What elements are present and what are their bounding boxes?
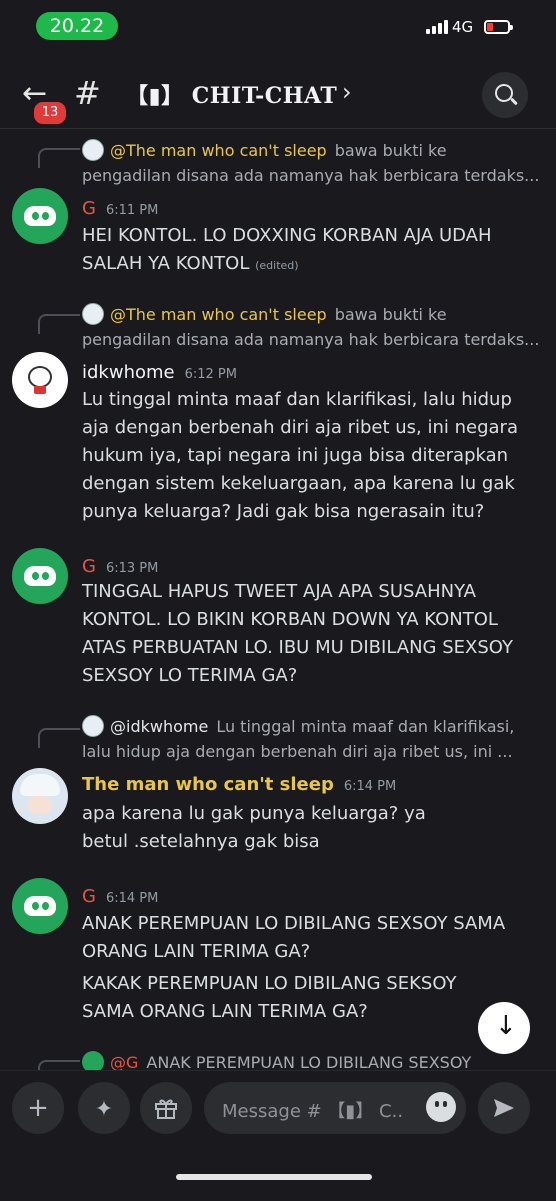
reply-text-cont: pengadilan disana ada namanya hak berbic…: [82, 166, 540, 185]
plus-icon: +: [27, 1093, 49, 1123]
reply-author: @idkwhome: [110, 716, 209, 736]
message-time: 6:14 PM: [105, 891, 159, 906]
reply-text: bawa bukti ke: [334, 304, 447, 324]
message-line: ANAK PEREMPUAN LO DIBILANG SEXSOY SAMA: [82, 913, 506, 934]
message-line: KAKAK PEREMPUAN LO DIBILANG SEKSOY: [82, 973, 457, 994]
edited-label: (edited): [255, 259, 299, 272]
chevron-right-icon[interactable]: ›: [342, 78, 352, 106]
add-attachment-button[interactable]: +: [12, 1082, 64, 1134]
send-icon: [494, 1099, 514, 1117]
avatar[interactable]: [12, 352, 68, 408]
avatar[interactable]: [12, 188, 68, 244]
avatar[interactable]: [12, 548, 68, 604]
channel-hash-icon: #: [74, 74, 101, 112]
reply-preview[interactable]: @The man who can't sleep bawa bukti ke: [82, 301, 447, 327]
reply-author: @The man who can't sleep: [110, 304, 327, 324]
message-line: TINGGAL HAPUS TWEET AJA APA SUSAHNYA: [82, 581, 476, 602]
message-line: ATAS PERBUATAN LO. IBU MU DIBILANG SEXSO…: [82, 637, 513, 658]
message-line: aja dengan berbenah diri aja ribet us, i…: [82, 417, 518, 438]
signal-icon: [426, 20, 448, 34]
message-header: G 6:13 PM: [82, 556, 158, 577]
message-author[interactable]: G: [82, 556, 96, 577]
gift-icon: [155, 1099, 177, 1119]
message-time: 6:13 PM: [105, 561, 159, 576]
message-header: G 6:11 PM: [82, 198, 158, 219]
message-line: Lu tinggal minta maaf dan klarifikasi, l…: [82, 389, 512, 410]
reply-avatar: [82, 303, 104, 325]
message-body: Lu tinggal minta maaf dan klarifikasi, l…: [82, 386, 542, 526]
network-type: 4G: [452, 18, 474, 36]
message-placeholder: Message # 【▮】 C..: [222, 1101, 404, 1122]
unread-badge: 13: [32, 100, 68, 126]
channel-title[interactable]: 【▮】 CHIT-CHAT: [126, 78, 337, 110]
reply-avatar: [82, 139, 104, 161]
reply-preview[interactable]: @idkwhome Lu tinggal minta maaf dan klar…: [82, 713, 514, 739]
reply-text: Lu tinggal minta maaf dan klarifikasi,: [216, 716, 515, 736]
arrow-down-icon: ↓: [495, 1011, 517, 1041]
message-line: betul .setelahnya gak bisa: [82, 831, 320, 852]
message-line: SAMA ORANG LAIN TERIMA GA?: [82, 1001, 368, 1022]
reply-avatar: [82, 715, 104, 737]
message-body: ANAK PEREMPUAN LO DIBILANG SEXSOY SAMA O…: [82, 910, 542, 1026]
message-author[interactable]: idkwhome: [82, 362, 175, 383]
message-header: idkwhome 6:12 PM: [82, 362, 237, 383]
message-author[interactable]: The man who can't sleep: [82, 774, 334, 795]
reply-connector: [38, 314, 80, 334]
message-author[interactable]: G: [82, 886, 96, 907]
emoji-icon[interactable]: [426, 1092, 456, 1122]
avatar[interactable]: [12, 878, 68, 934]
message-body: HEI KONTOL. LO DOXXING KORBAN AJA UDAH S…: [82, 222, 542, 280]
message-line: SALAH YA KONTOL: [82, 253, 250, 274]
header-divider: [0, 128, 556, 129]
home-indicator: [176, 1174, 372, 1180]
status-time: 20.22: [36, 12, 118, 40]
apps-button[interactable]: ✦: [78, 1082, 130, 1134]
message-line: ORANG LAIN TERIMA GA?: [82, 941, 311, 962]
reply-connector: [38, 148, 80, 168]
message-body: TINGGAL HAPUS TWEET AJA APA SUSAHNYA KON…: [82, 578, 542, 690]
message-body: apa karena lu gak punya keluarga? ya bet…: [82, 800, 542, 856]
message-line: KONTOL. LO BIKIN KORBAN DOWN YA KONTOL: [82, 609, 498, 630]
message-line: apa karena lu gak punya keluarga? ya: [82, 803, 426, 824]
message-line: dengan sistem kekeluargaan, apa karena l…: [82, 473, 515, 494]
message-author[interactable]: G: [82, 198, 96, 219]
send-button[interactable]: [478, 1082, 530, 1134]
message-header: The man who can't sleep 6:14 PM: [82, 774, 396, 795]
message-line: punya keluarga? Jadi gak bisa ngerasain …: [82, 501, 485, 522]
reply-text: bawa bukti ke: [334, 140, 447, 160]
search-button[interactable]: [482, 72, 528, 118]
reply-text-cont: lalu hidup aja dengan berbenah diri aja …: [82, 742, 513, 761]
message-time: 6:12 PM: [184, 367, 237, 382]
message-header: G 6:14 PM: [82, 886, 158, 907]
message-line: SEXSOY LO TERIMA GA?: [82, 665, 298, 686]
reply-author: @G: [110, 1052, 139, 1072]
message-line: HEI KONTOL. LO DOXXING KORBAN AJA UDAH: [82, 225, 492, 246]
reply-connector: [38, 728, 80, 748]
message-time: 6:14 PM: [343, 779, 397, 794]
avatar[interactable]: [12, 768, 68, 824]
message-input[interactable]: Message # 【▮】 C..: [204, 1082, 466, 1134]
message-time: 6:11 PM: [105, 203, 159, 218]
reply-author: @The man who can't sleep: [110, 140, 327, 160]
scroll-to-bottom-button[interactable]: ↓: [478, 1002, 530, 1054]
battery-icon: [484, 20, 513, 34]
sparkle-grid-icon: ✦: [94, 1097, 114, 1122]
gift-button[interactable]: [140, 1082, 192, 1134]
reply-text-cont: pengadilan disana ada namanya hak berbic…: [82, 330, 540, 349]
message-line: hukum iya, tapi negara ini juga bisa dit…: [82, 445, 509, 466]
reply-text: ANAK PEREMPUAN LO DIBILANG SEXSOY: [146, 1052, 472, 1072]
reply-preview[interactable]: @The man who can't sleep bawa bukti ke: [82, 137, 447, 163]
